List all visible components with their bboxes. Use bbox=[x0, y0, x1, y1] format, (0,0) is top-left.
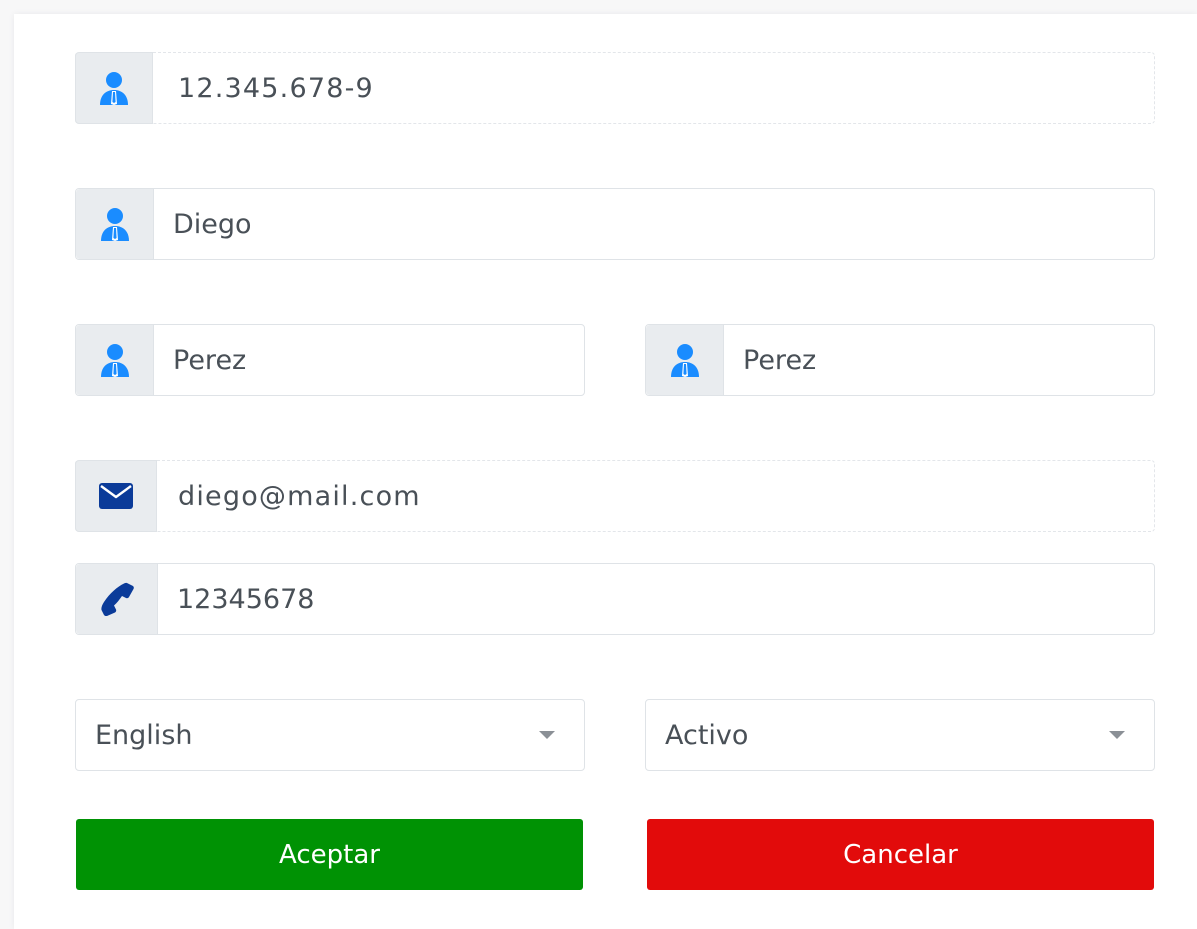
last-name-paternal-input[interactable] bbox=[154, 325, 584, 395]
language-select-value: English bbox=[95, 719, 193, 751]
first-name-input-group bbox=[75, 188, 1155, 260]
rut-input[interactable] bbox=[153, 52, 1155, 124]
first-name-input[interactable] bbox=[154, 189, 1154, 259]
rut-addon bbox=[75, 52, 153, 124]
phone-addon bbox=[76, 564, 158, 634]
user-form-card: English Activo Aceptar Cancelar bbox=[14, 14, 1197, 929]
phone-input-group bbox=[75, 563, 1155, 635]
status-select-value: Activo bbox=[665, 719, 749, 751]
accept-button[interactable]: Aceptar bbox=[76, 819, 583, 890]
email-input-group bbox=[75, 460, 1155, 532]
phone-input[interactable] bbox=[158, 564, 1154, 634]
first-name-addon bbox=[76, 189, 154, 259]
chevron-down-icon bbox=[539, 731, 555, 739]
user-tie-icon bbox=[100, 344, 129, 377]
last-name-maternal-addon bbox=[646, 325, 724, 395]
user-tie-icon bbox=[100, 72, 128, 105]
phone-icon bbox=[100, 582, 134, 616]
user-tie-icon bbox=[670, 344, 699, 377]
last-name-maternal-input-group bbox=[645, 324, 1155, 396]
email-input[interactable] bbox=[157, 460, 1155, 532]
last-name-maternal-input[interactable] bbox=[724, 325, 1154, 395]
status-select[interactable]: Activo bbox=[645, 699, 1155, 771]
last-name-paternal-addon bbox=[76, 325, 154, 395]
user-tie-icon bbox=[100, 208, 129, 241]
last-name-paternal-input-group bbox=[75, 324, 585, 396]
cancel-button[interactable]: Cancelar bbox=[647, 819, 1154, 890]
envelope-icon bbox=[99, 483, 133, 509]
chevron-down-icon bbox=[1109, 731, 1125, 739]
language-select[interactable]: English bbox=[75, 699, 585, 771]
rut-input-group bbox=[75, 52, 1155, 124]
email-addon bbox=[75, 460, 157, 532]
